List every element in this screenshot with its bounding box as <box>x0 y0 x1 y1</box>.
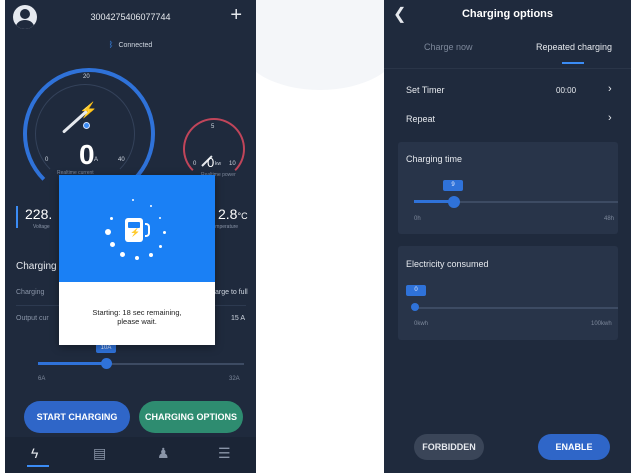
electricity-min: 0kwh <box>414 321 429 327</box>
modal-message: Starting: 18 sec remaining, please wait. <box>59 308 215 326</box>
charging-time-tooltip: 9 <box>443 180 463 191</box>
spinner-dot <box>163 231 166 234</box>
charger-bolt-icon: ⚡ <box>130 228 140 237</box>
spinner-dot <box>149 253 153 257</box>
bottom-tab-bar: ϟ ▤ ♟ ☰ <box>5 437 256 473</box>
electricity-title: Electricity consumed <box>406 259 489 269</box>
charging-options-button[interactable]: CHARGING OPTIONS <box>139 401 243 433</box>
spinner-dot <box>120 252 125 257</box>
current-value: 0 <box>79 139 95 170</box>
tab-repeated-charging[interactable]: Repeated charging <box>536 42 612 52</box>
screenshot-canvas: 3004275406077744 + ᛒ Connected 20 0 40 ⚡ … <box>0 0 631 473</box>
charging-dashboard-screen: 3004275406077744 + ᛒ Connected 20 0 40 ⚡ … <box>5 0 256 473</box>
spinner-dot <box>110 242 115 247</box>
spinner-dot <box>105 229 111 235</box>
voltage-caption: Voltage <box>33 224 50 230</box>
electricity-max: 100kwh <box>591 321 612 327</box>
electricity-track[interactable] <box>414 307 618 309</box>
charger-hose <box>145 223 150 237</box>
start-charging-button[interactable]: START CHARGING <box>24 401 130 433</box>
charging-time-title: Charging time <box>406 154 463 164</box>
charging-time-min: 0h <box>414 216 421 222</box>
charging-options-screen: ❮ Charging options Charge now Repeated c… <box>384 0 631 473</box>
spinner-dot <box>135 256 139 260</box>
current-gauge-min-label: 0 <box>45 157 49 163</box>
spinner-dot <box>159 217 161 219</box>
background-arc <box>240 0 400 90</box>
temperature-number: 2.8 <box>218 206 238 222</box>
charging-time-card: Charging time 9 0h 48h <box>398 142 618 234</box>
output-current-label: Output cur <box>16 315 49 322</box>
set-timer-label[interactable]: Set Timer <box>406 85 445 95</box>
spinner-dot <box>110 217 113 220</box>
device-id: 3004275406077744 <box>90 12 171 22</box>
menu-tab-icon[interactable]: ☰ <box>218 445 231 462</box>
bluetooth-icon: ᛒ <box>108 40 114 49</box>
power-value: 0 <box>207 155 215 170</box>
connection-status: ᛒ Connected <box>5 40 256 49</box>
current-gauge-max-label: 40 <box>118 157 125 163</box>
current-unit: A <box>94 157 99 163</box>
modal-message-line2: please wait. <box>117 317 157 326</box>
electricity-tooltip: 0 <box>406 285 426 296</box>
power-gauge-min-label: 0 <box>193 161 197 167</box>
current-gauge-needle-tip <box>83 122 90 129</box>
voltage-accent <box>16 206 18 228</box>
temperature-unit: °C <box>237 211 248 221</box>
current-slider-thumb[interactable] <box>101 358 112 369</box>
ev-charger-icon: ⚡ <box>125 218 143 242</box>
records-tab-icon[interactable]: ▤ <box>93 445 106 462</box>
starting-modal: ⚡ Starting: 18 sec remaining, please wai… <box>59 175 215 345</box>
enable-button[interactable]: ENABLE <box>538 434 610 460</box>
spinner-dot <box>150 205 152 207</box>
spinner-dot <box>132 199 134 201</box>
charging-mode-label: Charging <box>16 289 45 296</box>
current-slider-fill <box>38 362 104 365</box>
modal-message-line1: Starting: 18 sec remaining, <box>92 308 182 317</box>
connection-status-text: Connected <box>118 42 153 49</box>
charging-time-max: 48h <box>604 216 615 222</box>
voltage-value: 228. <box>25 206 53 222</box>
charging-section-title: Charging <box>16 261 57 272</box>
active-tab-indicator <box>562 62 584 64</box>
repeat-label[interactable]: Repeat <box>406 114 435 124</box>
charging-mode-value[interactable]: arge to full <box>215 289 248 296</box>
add-device-button[interactable]: + <box>230 5 242 25</box>
power-gauge-top-label: 5 <box>211 124 215 130</box>
power-gauge-max-label: 10 <box>229 161 236 167</box>
current-slider-min: 6A <box>38 376 46 382</box>
power-unit: kw <box>215 161 222 167</box>
chevron-right-icon[interactable]: › <box>608 83 612 95</box>
chevron-right-icon[interactable]: › <box>608 112 612 124</box>
bolt-tab-icon[interactable]: ϟ <box>31 445 38 461</box>
forbidden-button[interactable]: FORBIDDEN <box>414 434 484 460</box>
temperature-value: 2.8°C <box>218 206 248 222</box>
spinner-dot <box>159 245 162 248</box>
modal-header: ⚡ <box>59 175 215 282</box>
bell-tab-icon[interactable]: ♟ <box>157 445 170 462</box>
current-gauge-mid-label: 20 <box>83 74 90 80</box>
divider <box>384 68 631 69</box>
electricity-thumb[interactable] <box>411 303 419 311</box>
output-current-value: 15 A <box>231 315 246 322</box>
electricity-card: Electricity consumed 0 0kwh 100kwh <box>398 246 618 340</box>
set-timer-value[interactable]: 00:00 <box>556 86 576 95</box>
page-title: Charging options <box>461 8 554 20</box>
dashboard-header: 3004275406077744 + <box>5 0 256 36</box>
active-tab-indicator <box>27 465 49 467</box>
tab-charge-now[interactable]: Charge now <box>424 42 473 52</box>
charging-time-thumb[interactable] <box>448 196 460 208</box>
current-slider-max: 32A <box>229 376 240 382</box>
